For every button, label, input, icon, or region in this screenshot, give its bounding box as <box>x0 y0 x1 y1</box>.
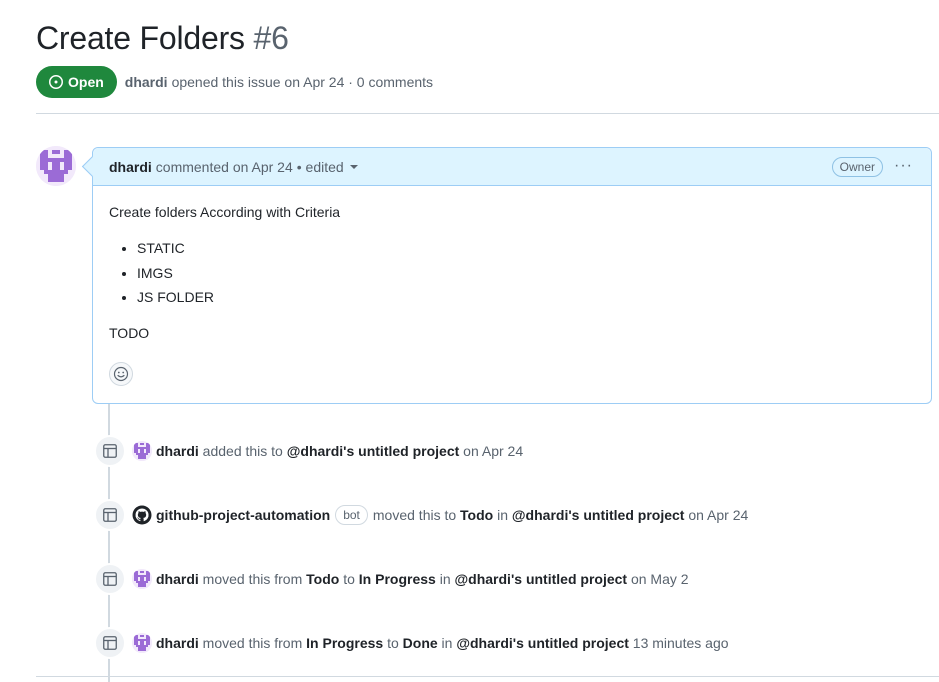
avatar[interactable] <box>36 146 76 186</box>
event-link[interactable]: Done <box>403 635 438 651</box>
event-link[interactable]: In Progress <box>359 571 436 587</box>
issue-number: #6 <box>253 20 289 56</box>
event-text: in <box>435 571 455 587</box>
timeline-event: dhardi moved this from In Progress to Do… <box>94 627 729 659</box>
event-link[interactable]: @dhardi's untitled project <box>455 571 628 587</box>
criteria-list: STATIC IMGS JS FOLDER <box>109 238 915 307</box>
event-text: in <box>493 507 512 523</box>
github-logo-icon[interactable] <box>132 505 152 525</box>
event-text: moved this to <box>372 507 461 523</box>
comment-outro: TODO <box>109 325 150 341</box>
comment-intro: Create folders According with Criteria <box>109 204 341 220</box>
event-link[interactable]: @dhardi's untitled project <box>456 635 629 651</box>
issue-state-label: Open <box>68 74 104 90</box>
edited-dropdown[interactable]: • edited <box>297 159 358 175</box>
event-text: 13 minutes ago <box>628 635 729 651</box>
timeline-event: github-project-automation bot moved this t… <box>94 499 748 531</box>
add-reaction-button[interactable] <box>109 362 133 386</box>
project-table-icon <box>94 563 126 595</box>
event-link[interactable]: @dhardi's untitled project <box>512 507 685 523</box>
event-text: in <box>437 635 457 651</box>
list-item: STATIC <box>137 238 915 258</box>
event-actor-link[interactable]: dhardi <box>156 443 199 459</box>
event-link[interactable]: Todo <box>460 507 493 523</box>
comment-box: dhardi commented on Apr 24 • edited Owne… <box>92 147 932 404</box>
event-link[interactable]: Todo <box>306 571 339 587</box>
edited-label: • edited <box>296 158 344 175</box>
event-link[interactable]: In Progress <box>306 635 383 651</box>
comment-body: Create folders According with Criteria S… <box>93 186 931 375</box>
project-table-icon <box>94 627 126 659</box>
timeline-event: dhardi moved this from Todo to In Progre… <box>94 563 689 595</box>
comment-header: dhardi commented on Apr 24 • edited Owne… <box>93 148 931 186</box>
bot-badge: bot <box>335 505 368 525</box>
smiley-icon <box>113 366 129 382</box>
issue-open-icon <box>49 75 63 89</box>
list-item: IMGS <box>137 263 915 283</box>
timeline-event: dhardi added this to @dhardi's untitled … <box>94 435 523 467</box>
issue-state-badge: Open <box>36 66 117 98</box>
event-text: on Apr 24 <box>684 507 749 523</box>
avatar[interactable] <box>132 633 152 653</box>
event-text: on May 2 <box>627 571 689 587</box>
footer-divider <box>36 676 939 677</box>
issue-author-link[interactable]: dhardi <box>125 74 168 90</box>
issue-title-text: Create Folders <box>36 20 245 56</box>
issue-meta: Open dhardi opened this issue on Apr 24 … <box>36 66 433 98</box>
event-text: moved this from <box>198 635 307 651</box>
avatar[interactable] <box>132 441 152 461</box>
event-link[interactable]: @dhardi's untitled project <box>287 443 460 459</box>
event-text: to <box>383 635 403 651</box>
event-text: added this to <box>198 443 287 459</box>
project-table-icon <box>94 499 126 531</box>
event-text: to <box>339 571 359 587</box>
header-divider <box>36 113 939 114</box>
avatar[interactable] <box>132 569 152 589</box>
chevron-down-icon <box>349 164 358 169</box>
issue-meta-text: opened this issue on Apr 24 · 0 comments <box>171 74 434 90</box>
issue-title: Create Folders #6 <box>36 20 289 57</box>
owner-badge: Owner <box>831 157 883 177</box>
project-table-icon <box>94 435 126 467</box>
identicon-avatar-icon <box>36 146 76 186</box>
list-item: JS FOLDER <box>137 287 915 307</box>
event-text: moved this from <box>198 571 307 587</box>
comment-action-text[interactable]: commented on Apr 24 <box>156 159 293 175</box>
event-actor-link[interactable]: dhardi <box>156 571 199 587</box>
kebab-menu-icon[interactable]: ··· <box>894 158 913 174</box>
event-actor-link[interactable]: github-project-automation <box>156 507 330 523</box>
event-actor-link[interactable]: dhardi <box>156 635 199 651</box>
event-text: on Apr 24 <box>459 443 524 459</box>
comment-author-link[interactable]: dhardi <box>109 159 152 175</box>
